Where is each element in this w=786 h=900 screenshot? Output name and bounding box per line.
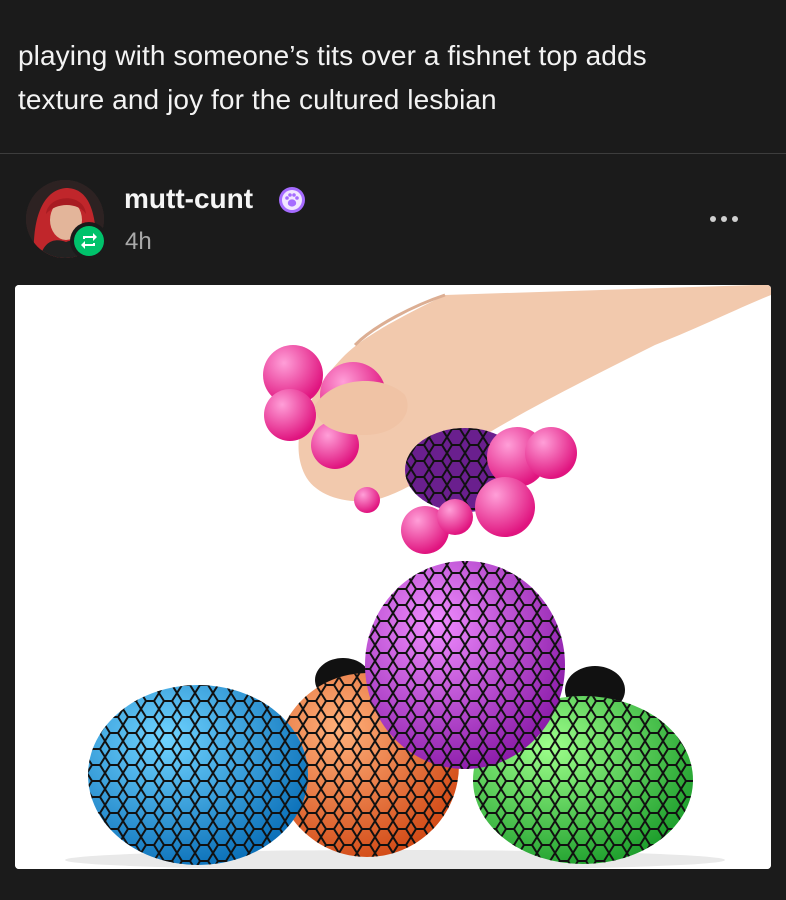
post-text: playing with someone’s tits over a fishn… <box>18 34 758 122</box>
post-image[interactable] <box>15 285 771 869</box>
post-text-line-1: playing with someone’s tits over a fishn… <box>18 40 647 71</box>
dot-icon <box>710 216 716 222</box>
more-options-button[interactable] <box>700 208 748 230</box>
post-text-line-2: texture and joy for the cultured lesbian <box>18 84 497 115</box>
timestamp[interactable]: 4h <box>125 228 152 256</box>
username[interactable]: mutt-cunt <box>124 183 253 215</box>
stress-balls-image <box>15 285 771 869</box>
divider <box>0 153 786 154</box>
reblog-icon <box>81 233 97 249</box>
dot-icon <box>721 216 727 222</box>
paw-badge-icon[interactable] <box>278 186 306 214</box>
reblog-badge <box>70 222 108 260</box>
dot-icon <box>732 216 738 222</box>
